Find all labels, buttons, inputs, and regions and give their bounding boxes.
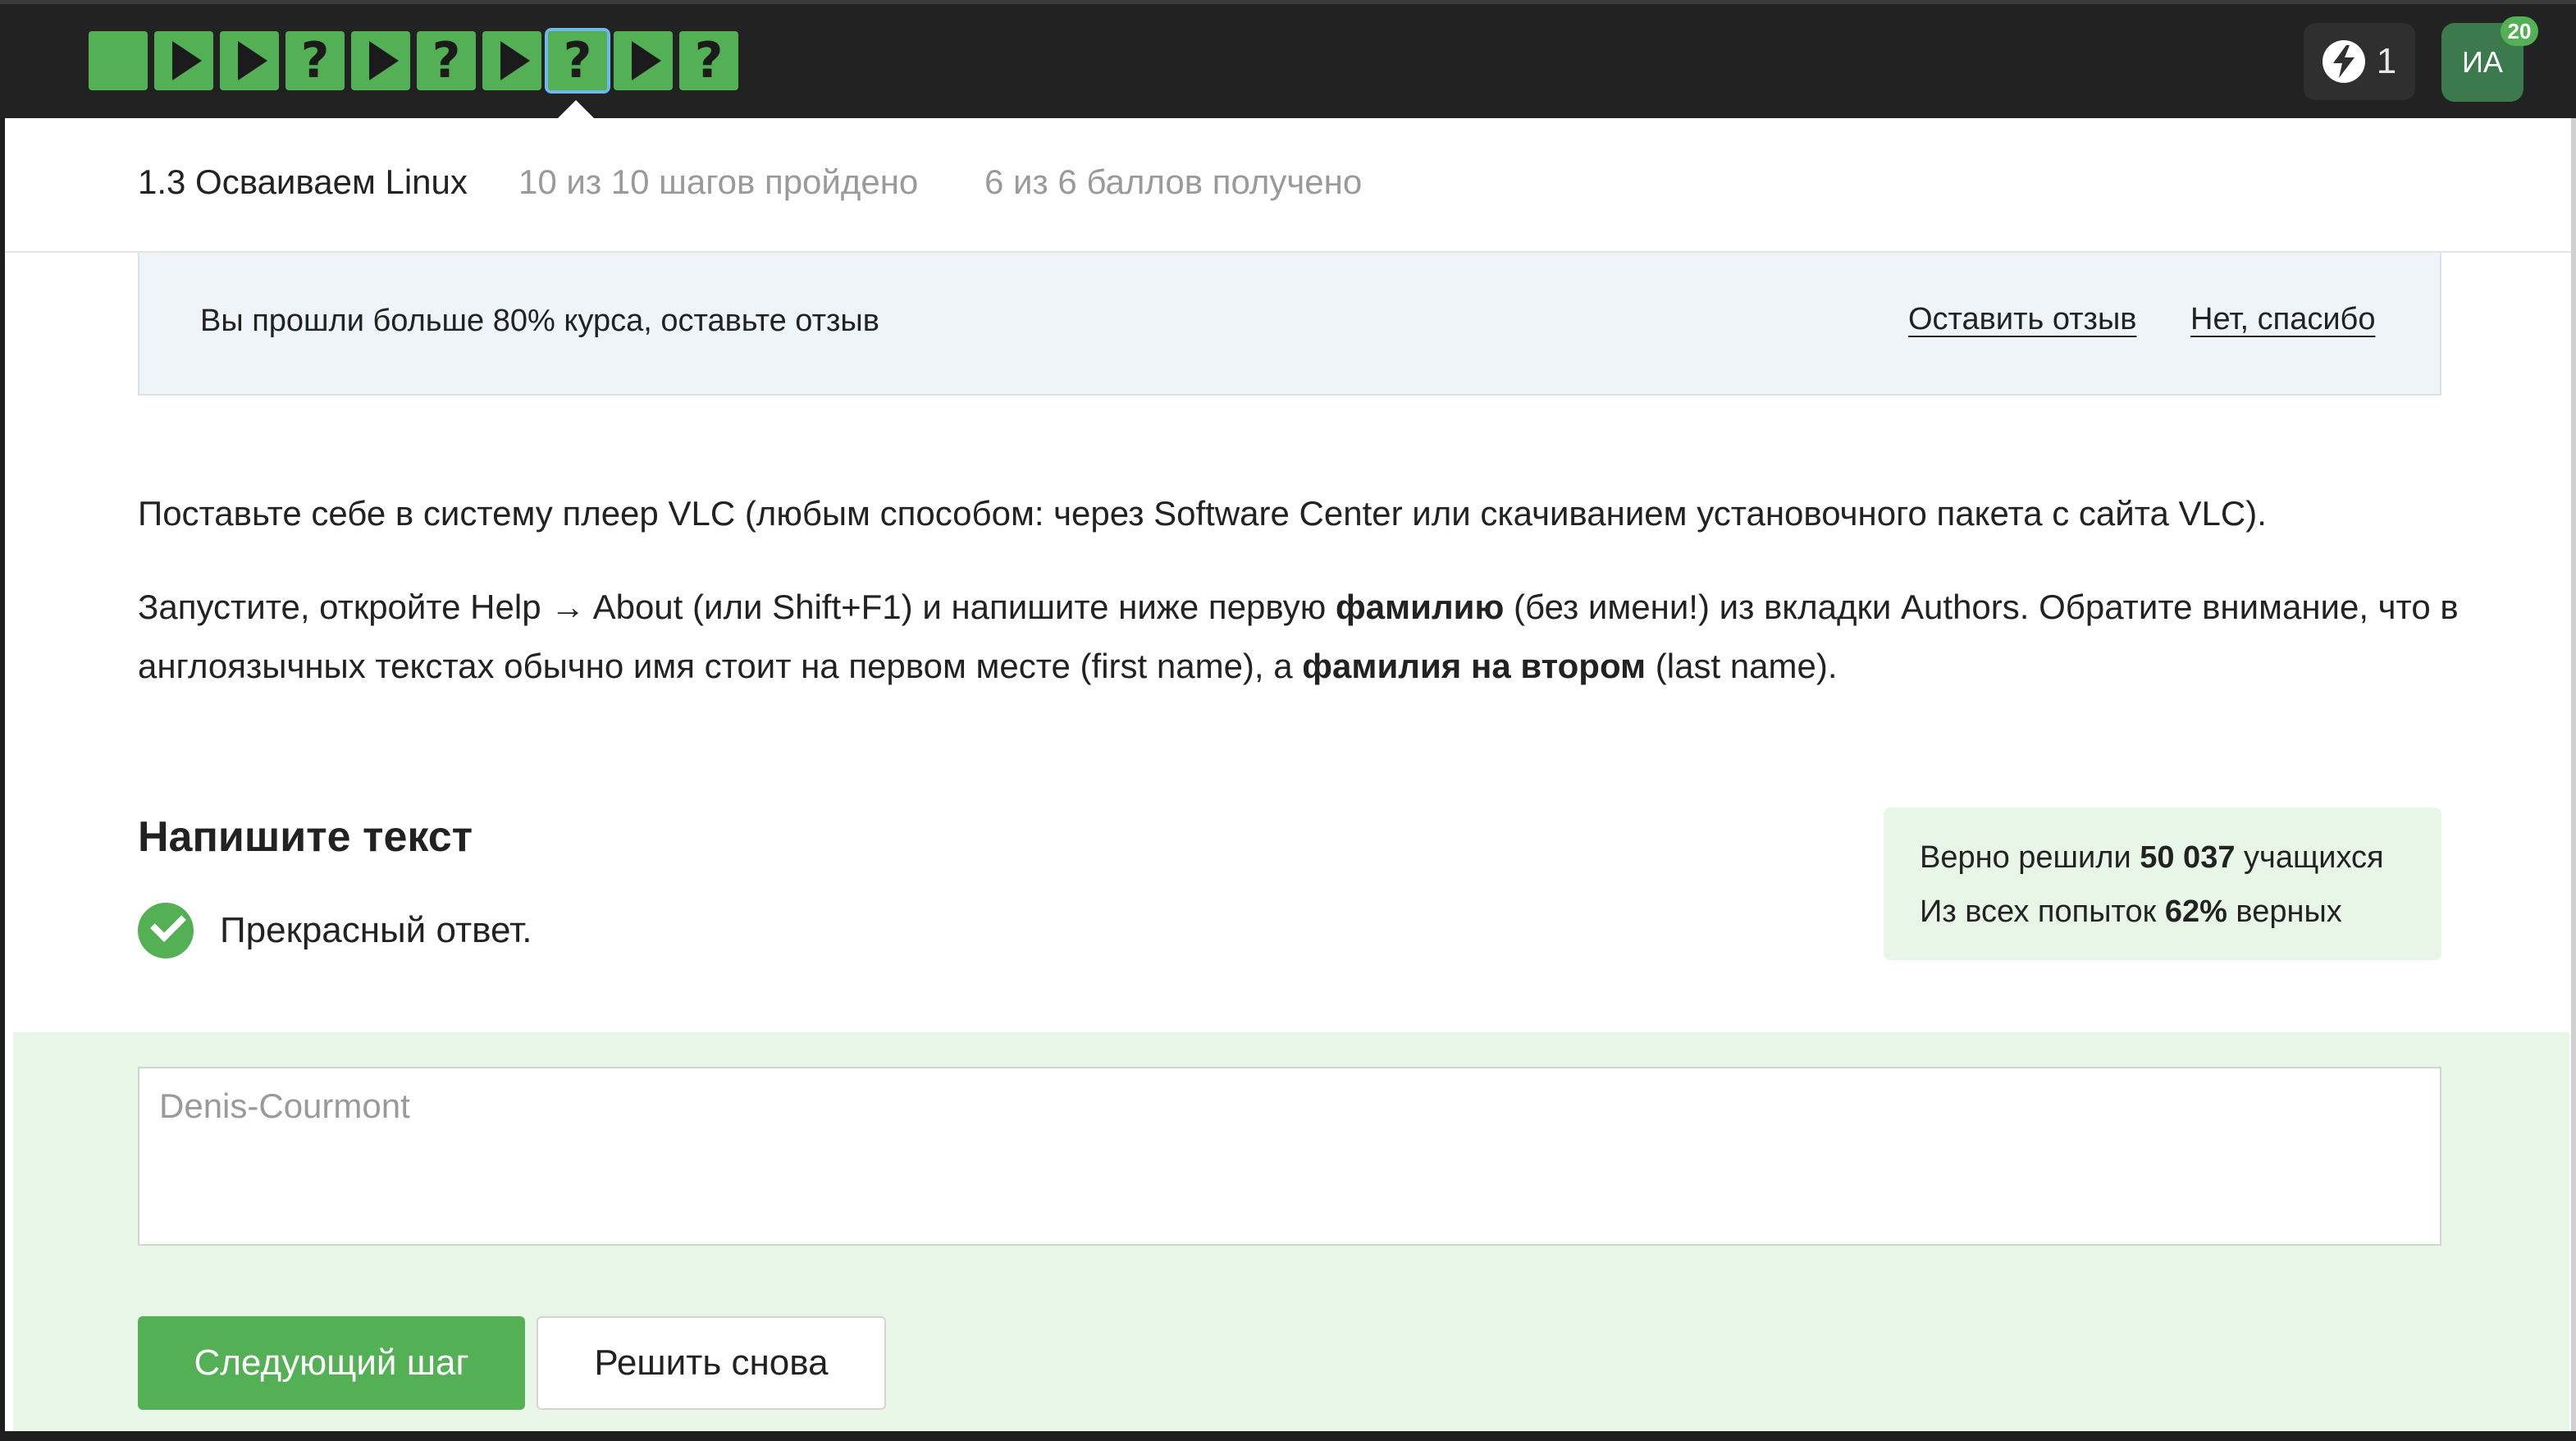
answer-textarea[interactable]: Denis-Courmont — [138, 1067, 2441, 1246]
stats-text: учащихся — [2235, 840, 2384, 875]
step-2-video[interactable] — [154, 31, 213, 90]
next-step-button[interactable]: Следующий шаг — [138, 1316, 525, 1410]
avatar-initials: ИА — [2462, 45, 2503, 79]
step-6-quiz[interactable]: ? — [417, 31, 476, 90]
play-icon — [238, 41, 267, 80]
task-emphasis: фамилию — [1335, 588, 1505, 626]
attempts-percent: 62% — [2164, 894, 2227, 929]
play-icon — [172, 41, 202, 80]
task-text: Запустите, откройте Help → About (или Sh… — [138, 588, 1336, 626]
step-3-video[interactable] — [220, 31, 279, 90]
topbar-divider — [0, 0, 2576, 4]
solved-count-line: Верно решили 50 037 учащихся — [1920, 840, 2384, 876]
lesson-steps-progress: 10 из 10 шагов пройдено — [518, 162, 919, 201]
step-8-quiz[interactable]: ? — [545, 28, 610, 94]
solution-stats: Верно решили 50 037 учащихся Из всех поп… — [1884, 807, 2441, 960]
window-left-edge — [0, 118, 5, 1441]
question-icon: ? — [694, 32, 724, 89]
step-1-text[interactable] — [89, 31, 148, 90]
step-progress-bar: ???? — [89, 28, 745, 94]
task-emphasis: фамилия на втором — [1302, 647, 1647, 685]
step-7-video[interactable] — [482, 31, 541, 90]
feedback-banner-text: Вы прошли больше 80% курса, оставьте отз… — [200, 304, 879, 338]
answer-feedback-text: Прекрасный ответ. — [220, 910, 532, 950]
step-10-quiz[interactable]: ? — [679, 31, 738, 90]
attempts-line: Из всех попыток 62% верных — [1920, 894, 2342, 930]
task-paragraph-2: Запустите, откройте Help → About (или Sh… — [138, 578, 2484, 696]
active-step-pointer — [558, 100, 594, 118]
solve-again-button[interactable]: Решить снова — [537, 1316, 886, 1410]
task-paragraph-1: Поставьте себе в систему плеер VLC (любы… — [138, 494, 2267, 533]
question-icon: ? — [300, 32, 330, 89]
question-icon: ? — [563, 32, 592, 89]
stats-text: Верно решили — [1920, 840, 2140, 875]
play-icon — [369, 41, 399, 80]
check-circle-icon — [138, 903, 194, 958]
energy-button[interactable]: 1 — [2304, 23, 2415, 100]
task-text: (last name). — [1646, 647, 1838, 685]
top-navigation-bar: ???? 1 ИА 20 — [0, 0, 2576, 118]
energy-count: 1 — [2376, 41, 2397, 81]
play-icon — [500, 41, 530, 80]
question-icon: ? — [432, 32, 461, 89]
notification-badge: 20 — [2501, 16, 2538, 46]
stats-text: верных — [2227, 894, 2342, 929]
lesson-title[interactable]: 1.3 Осваиваем Linux — [138, 162, 468, 202]
step-5-video[interactable] — [351, 31, 410, 90]
no-thanks-link[interactable]: Нет, спасибо — [2190, 302, 2375, 337]
stats-text: Из всех попыток — [1920, 894, 2165, 929]
lesson-header: 1.3 Осваиваем Linux 10 из 10 шагов пройд… — [5, 118, 2571, 253]
answer-feedback: Прекрасный ответ. — [138, 903, 532, 958]
step-9-video[interactable] — [614, 31, 673, 90]
play-icon — [632, 41, 661, 80]
answer-heading: Напишите текст — [138, 813, 473, 861]
lightning-icon — [2322, 40, 2365, 83]
leave-review-link[interactable]: Оставить отзыв — [1908, 302, 2136, 337]
window-right-edge — [2571, 118, 2576, 1441]
answer-value: Denis-Courmont — [159, 1086, 410, 1125]
lesson-score: 6 из 6 баллов получено — [984, 162, 1363, 201]
solved-count: 50 037 — [2140, 840, 2236, 875]
feedback-banner: Вы прошли больше 80% курса, оставьте отз… — [138, 253, 2441, 396]
step-4-quiz[interactable]: ? — [285, 31, 345, 90]
bottom-edge — [0, 1431, 2576, 1441]
